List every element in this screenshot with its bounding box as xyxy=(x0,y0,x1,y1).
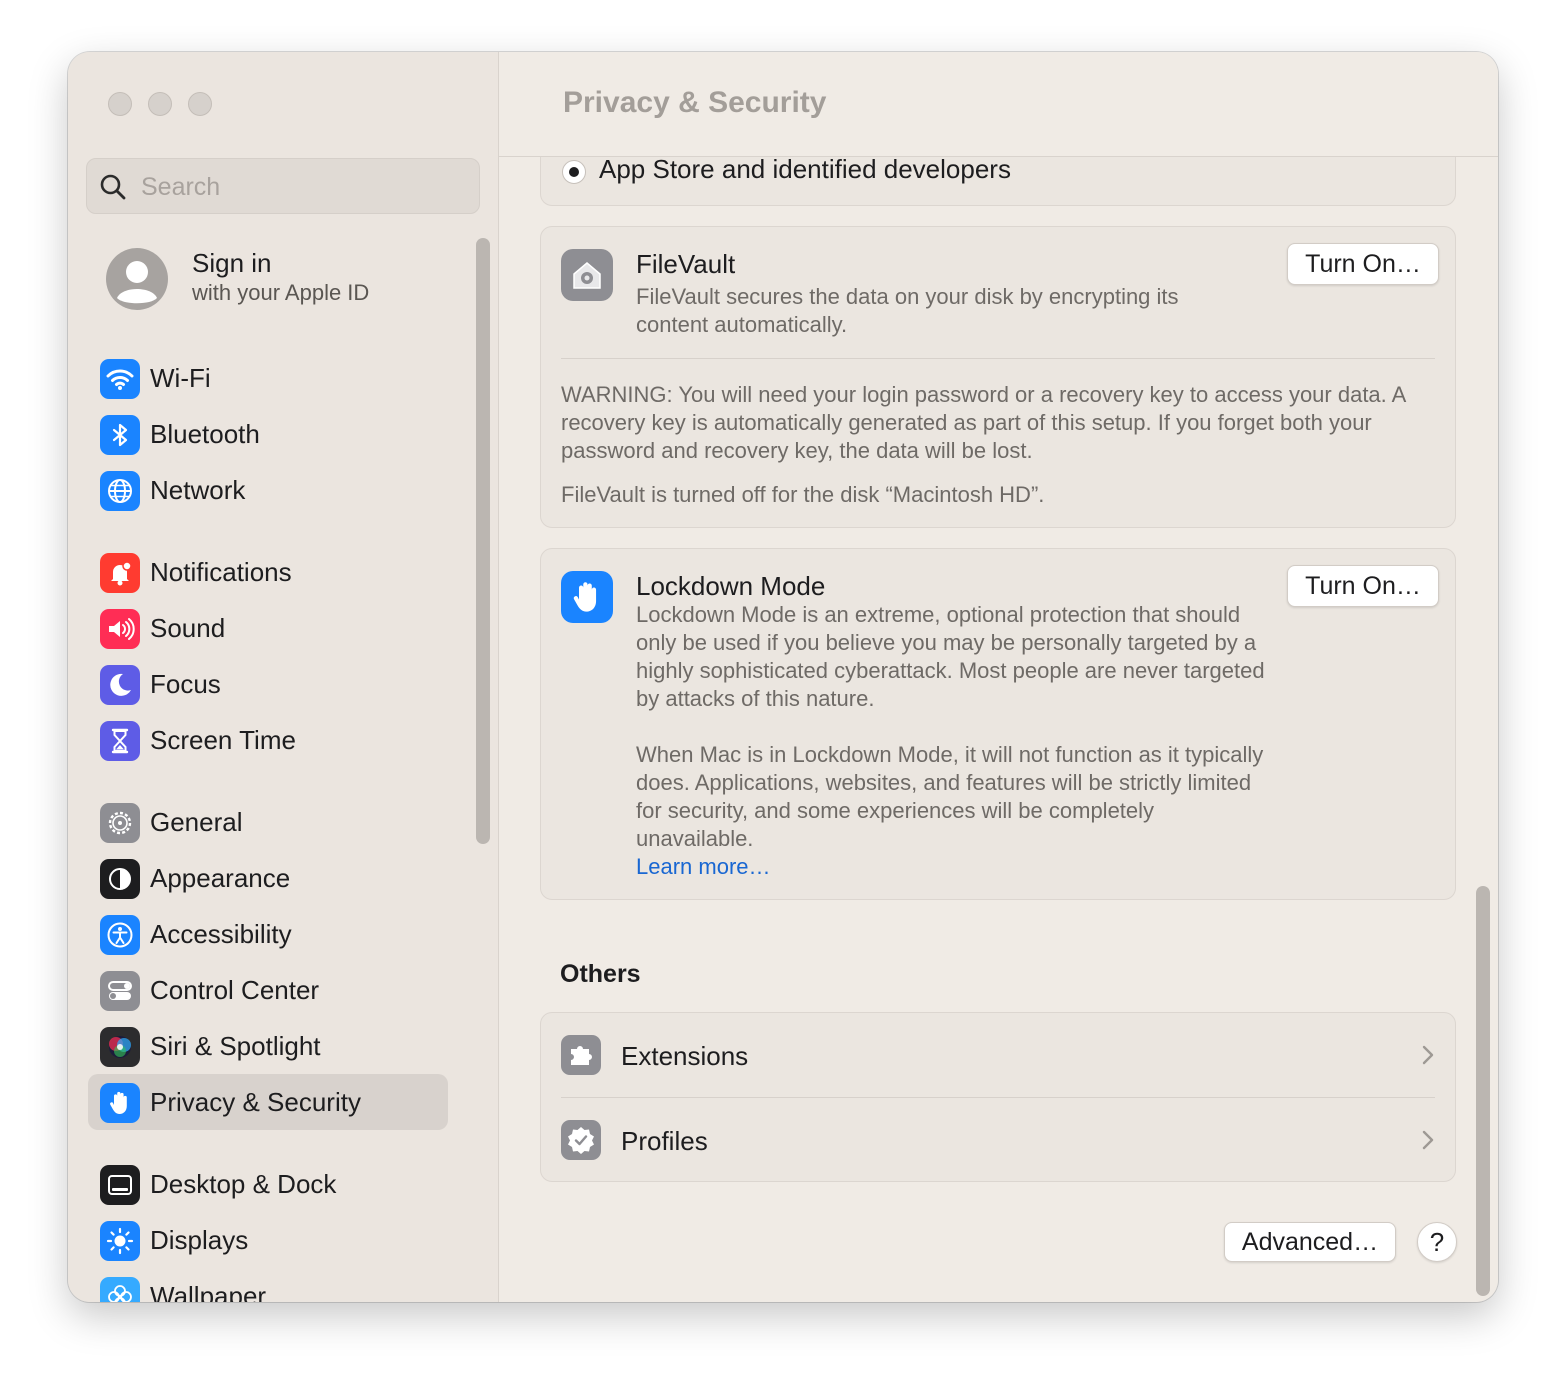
sidebar-item-general[interactable]: General xyxy=(88,794,448,850)
advanced-button[interactable]: Advanced… xyxy=(1224,1222,1396,1262)
sidebar-item-accessibility[interactable]: Accessibility xyxy=(88,906,448,962)
toggles-icon xyxy=(100,971,140,1011)
sidebar-item-label: Displays xyxy=(150,1225,249,1255)
divider xyxy=(561,358,1435,359)
chevron-right-icon xyxy=(1422,1130,1434,1150)
bell-icon xyxy=(100,553,140,593)
chevron-right-icon xyxy=(1422,1045,1434,1065)
sidebar-item-label: Desktop & Dock xyxy=(150,1169,337,1199)
sidebar-item-label: Control Center xyxy=(150,975,320,1005)
account-title: Sign in xyxy=(192,248,272,278)
accessibility-icon xyxy=(100,915,140,955)
sidebar-item-label: Notifications xyxy=(150,557,292,587)
sun-icon xyxy=(100,1221,140,1261)
toolbar: Privacy & Security xyxy=(499,52,1498,157)
sidebar-item-label: Accessibility xyxy=(150,919,292,949)
sidebar-item-wallpaper[interactable]: Wallpaper xyxy=(88,1268,448,1302)
settings-window: Search Sign in with your Apple ID Wi-Fi … xyxy=(68,52,1498,1302)
extensions-label: Extensions xyxy=(621,1041,749,1071)
filevault-turn-on-button[interactable]: Turn On… xyxy=(1287,243,1439,285)
sidebar-item-label: General xyxy=(150,807,243,837)
lockdown-turn-on-button[interactable]: Turn On… xyxy=(1287,565,1439,607)
radio-app-store-identified[interactable] xyxy=(562,160,586,184)
lockdown-description-2: When Mac is in Lockdown Mode, it will no… xyxy=(636,742,1264,851)
gear-icon xyxy=(100,803,140,843)
zoom-window-button[interactable] xyxy=(188,92,212,116)
filevault-warning: WARNING: You will need your login passwo… xyxy=(561,382,1406,463)
search-icon xyxy=(100,174,126,200)
page-title: Privacy & Security xyxy=(563,86,827,119)
sidebar-item-focus[interactable]: Focus xyxy=(88,656,448,712)
search-field[interactable]: Search xyxy=(86,158,480,214)
siri-icon xyxy=(100,1027,140,1067)
sidebar-item-network[interactable]: Network xyxy=(88,462,448,518)
search-placeholder: Search xyxy=(141,173,221,201)
account-subtitle: with your Apple ID xyxy=(192,280,370,305)
sidebar-item-control-center[interactable]: Control Center xyxy=(88,962,448,1018)
filevault-description: FileVault secures the data on your disk … xyxy=(636,284,1179,337)
profiles-row[interactable]: Profiles xyxy=(541,1098,1455,1182)
sidebar-item-label: Focus xyxy=(150,669,221,699)
sidebar-item-label: Siri & Spotlight xyxy=(150,1031,321,1061)
filevault-icon xyxy=(561,249,613,301)
appearance-icon xyxy=(100,859,140,899)
window-controls xyxy=(108,92,212,116)
wifi-icon xyxy=(100,359,140,399)
sidebar-item-desktop-dock[interactable]: Desktop & Dock xyxy=(88,1156,448,1212)
lockdown-card: Lockdown Mode Lockdown Mode is an extrem… xyxy=(540,548,1456,900)
sidebar-item-label: Wallpaper xyxy=(150,1281,267,1302)
flower-icon xyxy=(100,1277,140,1302)
sidebar-item-label: Screen Time xyxy=(150,725,296,755)
others-card: Extensions Profiles xyxy=(540,1012,1456,1182)
sidebar-item-sound[interactable]: Sound xyxy=(88,600,448,656)
extensions-row[interactable]: Extensions xyxy=(541,1013,1455,1097)
sidebar-item-label: Bluetooth xyxy=(150,419,260,449)
radio-label: App Store and identified developers xyxy=(599,154,1011,184)
avatar-icon xyxy=(106,248,168,310)
dock-icon xyxy=(100,1165,140,1205)
sidebar-item-label: Sound xyxy=(150,613,226,643)
lockdown-hand-icon xyxy=(561,571,613,623)
filevault-status: FileVault is turned off for the disk “Ma… xyxy=(561,482,1045,507)
sidebar-item-privacy-security[interactable]: Privacy & Security xyxy=(88,1074,448,1130)
filevault-title: FileVault xyxy=(636,249,736,279)
lockdown-description: Lockdown Mode is an extreme, optional pr… xyxy=(636,602,1265,711)
sidebar-item-wifi[interactable]: Wi-Fi xyxy=(88,350,448,406)
speaker-icon xyxy=(100,609,140,649)
sidebar-item-siri-spotlight[interactable]: Siri & Spotlight xyxy=(88,1018,448,1074)
sidebar-item-displays[interactable]: Displays xyxy=(88,1212,448,1268)
sidebar-item-label: Privacy & Security xyxy=(150,1087,361,1117)
help-button[interactable]: ? xyxy=(1417,1222,1457,1262)
moon-icon xyxy=(100,665,140,705)
globe-icon xyxy=(100,471,140,511)
hand-icon xyxy=(100,1083,140,1123)
sidebar-item-label: Wi-Fi xyxy=(150,363,211,393)
profiles-label: Profiles xyxy=(621,1126,708,1156)
badge-check-icon xyxy=(561,1120,601,1160)
main-pane: Privacy & Security App Store and identif… xyxy=(499,52,1498,1302)
close-window-button[interactable] xyxy=(108,92,132,116)
main-scrollbar[interactable] xyxy=(1476,886,1490,1296)
minimize-window-button[interactable] xyxy=(148,92,172,116)
learn-more-link[interactable]: Learn more… xyxy=(636,853,771,881)
sidebar-item-screen-time[interactable]: Screen Time xyxy=(88,712,448,768)
sidebar-item-notifications[interactable]: Notifications xyxy=(88,544,448,600)
sidebar-item-label: Appearance xyxy=(150,863,291,893)
sidebar-item-label: Network xyxy=(150,475,246,505)
section-title-others: Others xyxy=(560,960,641,988)
puzzle-icon xyxy=(561,1035,601,1075)
sidebar-item-bluetooth[interactable]: Bluetooth xyxy=(88,406,448,462)
lockdown-title: Lockdown Mode xyxy=(636,571,826,601)
filevault-card: FileVault FileVault secures the data on … xyxy=(540,226,1456,528)
hourglass-icon xyxy=(100,721,140,761)
sidebar-scrollbar[interactable] xyxy=(476,238,490,844)
sidebar: Search Sign in with your Apple ID Wi-Fi … xyxy=(68,52,499,1302)
sidebar-item-appearance[interactable]: Appearance xyxy=(88,850,448,906)
bluetooth-icon xyxy=(100,415,140,455)
